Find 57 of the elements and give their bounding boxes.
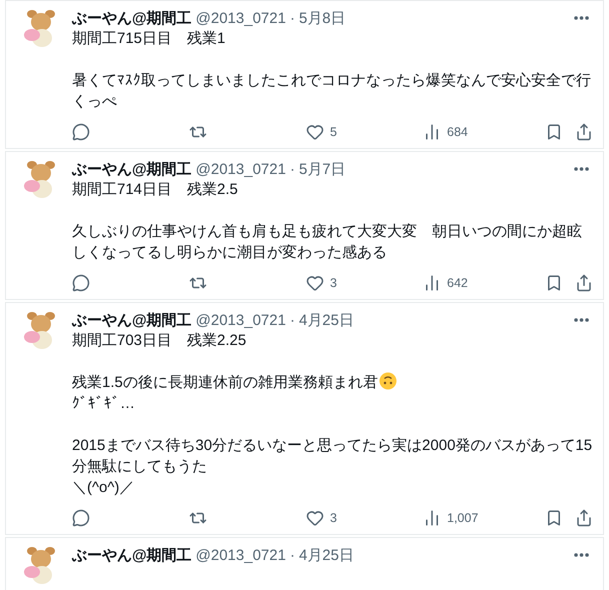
speech-bubble-icon[interactable]	[72, 274, 90, 292]
bookmark-button[interactable]	[545, 509, 563, 527]
separator-dot: ·	[290, 10, 295, 26]
views-button[interactable]: 1,007	[423, 509, 540, 527]
bar-chart-icon[interactable]	[423, 123, 441, 141]
heart-icon[interactable]	[306, 509, 324, 527]
separator-dot: ·	[290, 312, 295, 328]
author-name[interactable]: ぶーやん@期間工	[72, 160, 192, 178]
like-button[interactable]: 5	[306, 123, 423, 141]
bar-chart-icon[interactable]	[423, 509, 441, 527]
like-count: 3	[330, 511, 337, 525]
tweet-text: 2015までバス待ち30分だるいなーと思ってたら実は2000発のバスがあって15分無駄にしてもうた	[72, 436, 594, 477]
speech-bubble-icon[interactable]	[72, 123, 90, 141]
tweet-text: 残業1.5の後に長期連休前の雑用業務頼まれ君	[72, 374, 378, 391]
more-icon[interactable]	[574, 167, 589, 171]
separator-dot: ·	[290, 160, 295, 178]
more-icon[interactable]	[574, 318, 589, 322]
heart-icon[interactable]	[306, 274, 324, 292]
bookmark-button[interactable]	[545, 123, 563, 141]
like-count: 5	[330, 125, 337, 139]
view-count: 642	[447, 276, 468, 290]
view-count: 1,007	[447, 511, 478, 525]
separator-dot: ·	[290, 546, 295, 564]
like-button[interactable]: 3	[306, 274, 423, 292]
author-name[interactable]: ぶーやん@期間工	[72, 8, 192, 28]
like-count: 3	[330, 276, 337, 290]
bar-chart-icon[interactable]	[423, 274, 441, 292]
tweet-text: ｸﾞｷﾞｷﾞ…	[72, 394, 136, 414]
author-name[interactable]: ぶーやん@期間工	[72, 546, 192, 564]
author-handle[interactable]: @2013_0721	[196, 312, 286, 328]
views-button[interactable]: 642	[423, 274, 540, 292]
views-button[interactable]: 684	[423, 123, 540, 141]
heart-icon[interactable]	[306, 123, 324, 141]
more-icon[interactable]	[574, 553, 589, 557]
more-icon[interactable]	[574, 16, 589, 20]
view-count: 684	[447, 125, 468, 139]
author-handle[interactable]: @2013_0721	[196, 160, 286, 178]
share-button[interactable]	[575, 509, 593, 527]
emoji-icon	[378, 372, 397, 390]
author-handle[interactable]: @2013_0721	[196, 546, 286, 564]
bookmark-button[interactable]	[545, 274, 563, 292]
post-date[interactable]: 4月25日	[298, 310, 354, 330]
post-date[interactable]: 4月25日	[298, 546, 354, 564]
tweet-text: 期間工714日目 残業2.5	[72, 180, 239, 200]
post-date[interactable]: 5月7日	[298, 160, 346, 178]
tweet-text: ＼(^o^)／	[72, 478, 136, 498]
tweet-text: 期間工703日目 残業2.25	[72, 331, 248, 351]
tweet-text: 久しぶりの仕事やけん首も肩も足も疲れて大変大変 朝日いつの間にか超眩しくなってるし明らかに潮目が変わった感ある	[72, 222, 583, 263]
tweet-text: 暑くてﾏｽｸ取ってしまいましたこれでコロナなったら爆笑なんで安心安全で行くっぺ	[72, 71, 592, 112]
post-date[interactable]: 5月8日	[298, 8, 346, 28]
speech-bubble-icon[interactable]	[72, 509, 90, 527]
author-name[interactable]: ぶーやん@期間工	[72, 310, 192, 330]
share-button[interactable]	[575, 274, 593, 292]
author-handle[interactable]: @2013_0721	[196, 10, 286, 26]
tweet-text: 期間工715日目 残業1	[72, 29, 226, 49]
like-button[interactable]: 3	[306, 509, 423, 527]
share-button[interactable]	[575, 123, 593, 141]
